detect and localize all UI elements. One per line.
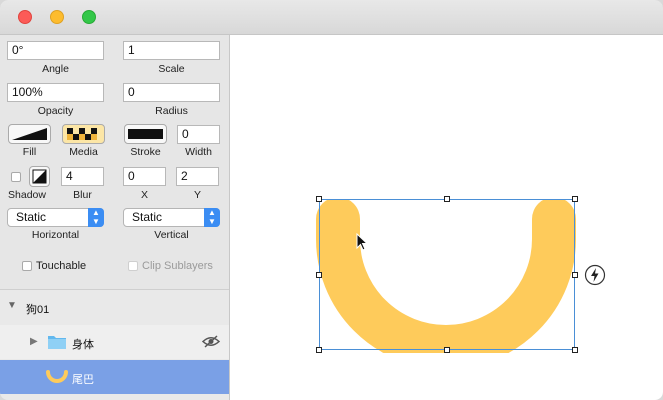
close-button[interactable] (18, 10, 32, 24)
radius-field[interactable]: 0 (123, 83, 220, 102)
scale-label: Scale (158, 63, 185, 75)
disclosure-down-icon[interactable]: ▼ (7, 300, 17, 311)
horizontal-label: Horizontal (31, 229, 80, 241)
resize-handle-right[interactable] (572, 272, 578, 278)
eye-icon[interactable] (202, 335, 220, 348)
canvas-area[interactable] (230, 35, 663, 400)
chevron-updown-icon: ▲ ▼ (88, 208, 104, 227)
app-window: 0° Angle 1 Scale 100% Opacity 0 Radius F… (0, 0, 663, 400)
resize-handle-bottom-right[interactable] (572, 347, 578, 353)
title-bar (0, 0, 663, 35)
folder-icon (48, 336, 66, 349)
shadow-color-icon (32, 169, 47, 184)
inspector-panel: 0° Angle 1 Scale 100% Opacity 0 Radius F… (0, 35, 230, 400)
chevron-updown-icon: ▲ ▼ (204, 208, 220, 227)
x-label: X (140, 189, 148, 201)
resize-handle-bottom[interactable] (444, 347, 450, 353)
touchable-checkbox[interactable] (22, 261, 32, 271)
lightning-icon[interactable] (584, 264, 606, 286)
layers-list: ▼ 狗01 ▶ 身体 尾巴 (0, 289, 229, 400)
angle-label: Angle (42, 63, 69, 75)
horizontal-select[interactable]: Static ▲ ▼ (7, 208, 104, 227)
clip-sublayers-label: Clip Sublayers (142, 260, 213, 272)
fill-label: Fill (22, 146, 37, 158)
media-label: Media (69, 146, 98, 158)
layer-name: 狗01 (26, 304, 50, 316)
blur-field[interactable]: 4 (61, 167, 104, 186)
clip-sublayers-checkbox[interactable] (128, 261, 138, 271)
opacity-field[interactable]: 100% (7, 83, 104, 102)
scale-field[interactable]: 1 (123, 41, 220, 60)
layer-row-dog[interactable]: ▼ 狗01 (0, 290, 229, 324)
disclosure-right-icon[interactable]: ▶ (30, 336, 38, 347)
stroke-label: Stroke (130, 146, 161, 158)
stroke-swatch[interactable] (124, 124, 167, 144)
selection-box (319, 199, 575, 350)
stroke-color-icon (128, 129, 163, 139)
horizontal-select-value: Static (16, 210, 47, 224)
shadow-checkbox[interactable] (11, 172, 21, 182)
opacity-label: Opacity (37, 105, 74, 117)
maximize-button[interactable] (82, 10, 96, 24)
resize-handle-top-right[interactable] (572, 196, 578, 202)
x-field[interactable]: 0 (123, 167, 166, 186)
layer-name: 身体 (72, 339, 94, 351)
fill-gradient-icon (12, 128, 47, 140)
fill-swatch[interactable] (8, 124, 51, 144)
resize-handle-top-left[interactable] (316, 196, 322, 202)
vertical-select[interactable]: Static ▲ ▼ (123, 208, 220, 227)
resize-handle-left[interactable] (316, 272, 322, 278)
y-label: Y (193, 189, 201, 201)
shadow-label: Shadow (8, 189, 46, 201)
radius-label: Radius (155, 105, 188, 117)
layer-row-body[interactable]: ▶ 身体 (0, 325, 229, 359)
mouse-cursor-icon (356, 233, 369, 251)
shadow-color-swatch[interactable] (29, 166, 50, 187)
width-label: Width (185, 146, 212, 158)
media-swatch[interactable] (62, 124, 105, 144)
minimize-button[interactable] (50, 10, 64, 24)
media-thumbnail-icon (67, 128, 97, 140)
resize-handle-bottom-left[interactable] (316, 347, 322, 353)
blur-label: Blur (73, 189, 92, 201)
vertical-label: Vertical (154, 229, 189, 241)
layer-row-tail[interactable]: 尾巴 (0, 360, 229, 394)
layer-name: 尾巴 (72, 374, 94, 386)
resize-handle-top[interactable] (444, 196, 450, 202)
y-field[interactable]: 2 (176, 167, 219, 186)
vertical-select-value: Static (132, 210, 163, 224)
touchable-label: Touchable (36, 260, 87, 272)
angle-field[interactable]: 0° (7, 41, 104, 60)
tail-arc-icon (46, 370, 68, 383)
width-field[interactable]: 0 (177, 125, 220, 144)
